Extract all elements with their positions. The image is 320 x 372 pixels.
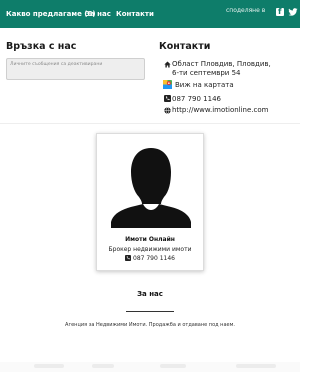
map-link[interactable]: Виж на картата: [175, 81, 234, 89]
message-input[interactable]: [6, 58, 145, 80]
contact-phone[interactable]: 087 790 1146: [172, 95, 221, 103]
twitter-icon[interactable]: [288, 7, 298, 17]
phone-icon: [164, 95, 171, 102]
contacts-title: Контакти: [159, 41, 211, 52]
website-link[interactable]: http://www.imotionline.com: [172, 106, 268, 114]
home-icon: [164, 61, 171, 68]
nav-link-contacts[interactable]: Контакти: [116, 10, 154, 18]
about-divider: [126, 311, 174, 312]
contact-form-title: Връзка с нас: [6, 41, 77, 52]
section-divider: [0, 123, 300, 124]
agent-card[interactable]: Имоти Онлайн Брокер недвижими имоти 087 …: [96, 133, 204, 271]
agent-phone-row[interactable]: 087 790 1146: [97, 255, 203, 262]
nav-link-about[interactable]: За нас: [85, 10, 111, 18]
footer-placeholder: [236, 364, 276, 368]
footer-placeholder: [34, 364, 64, 368]
share-label: споделяне в: [226, 7, 266, 14]
about-text: Агенция за Недвижими Имоти. Продажба и о…: [65, 322, 235, 328]
footer-placeholder: [160, 364, 186, 368]
about-title: За нас: [137, 290, 163, 298]
address-line-1: Област Пловдив, Пловдив,: [172, 60, 271, 68]
footer-placeholder: [92, 364, 114, 368]
facebook-icon[interactable]: [276, 7, 284, 16]
globe-icon: [164, 107, 171, 114]
map-icon: [163, 80, 172, 89]
phone-icon: [125, 255, 131, 261]
top-navbar: Какво предлагаме (6) За нас Контакти спо…: [0, 0, 300, 28]
address-line-2: 6-ти септември 54: [172, 69, 241, 77]
nav-link-offers[interactable]: Какво предлагаме (6): [6, 10, 96, 18]
agent-role: Брокер недвижими имоти: [108, 246, 192, 253]
agent-name: Имоти Онлайн: [125, 236, 175, 243]
avatar: [111, 148, 191, 228]
agent-phone[interactable]: 087 790 1146: [133, 255, 175, 262]
